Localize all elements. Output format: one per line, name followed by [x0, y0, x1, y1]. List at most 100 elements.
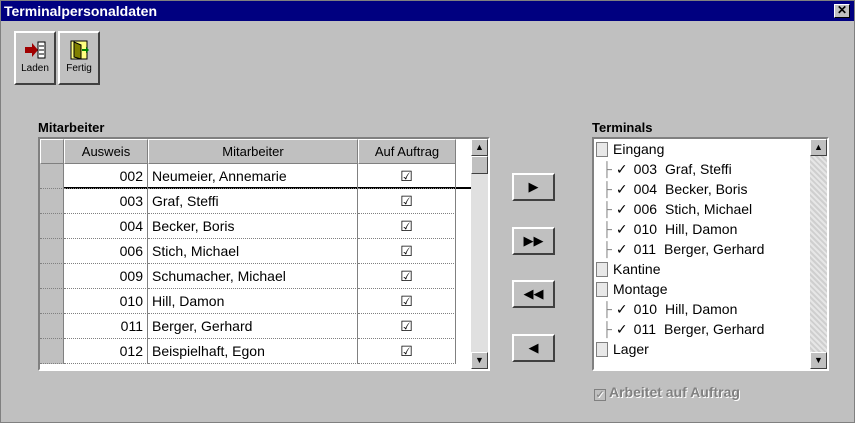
table-row[interactable]: 003 Graf, Steffi ☑ — [40, 189, 471, 214]
staff-name-cell: Hill, Damon — [148, 289, 358, 314]
row-selector[interactable] — [40, 339, 64, 364]
staff-name-cell: Graf, Steffi — [148, 189, 358, 214]
person-id: 010 — [633, 301, 658, 317]
checkmark-icon: ✓ — [615, 161, 628, 177]
terminal-label: Kantine — [613, 261, 661, 277]
terminal-label: Lager — [613, 341, 649, 357]
on-order-checkbox[interactable]: ☑ — [400, 318, 413, 334]
tree-branch-line: ├ — [602, 241, 612, 257]
terminal-person-node[interactable]: ├ ✓ 004 Becker, Boris — [602, 179, 748, 199]
terminal-node[interactable]: Montage — [596, 279, 667, 299]
on-order-checkbox[interactable]: ☑ — [400, 218, 413, 234]
remove-selected-button[interactable]: ◀ — [512, 334, 555, 362]
row-selector[interactable] — [40, 164, 64, 189]
table-row[interactable]: 011 Berger, Gerhard ☑ — [40, 314, 471, 339]
works-on-order-checkbox[interactable]: ✓ Arbeitet auf Auftrag — [594, 384, 740, 401]
title-bar: Terminalpersonaldaten ✕ — [1, 1, 854, 21]
column-header-on-order[interactable]: Auf Auftrag — [358, 139, 456, 164]
on-order-checkbox[interactable]: ☑ — [400, 168, 413, 184]
on-order-checkbox[interactable]: ☑ — [400, 293, 413, 309]
terminal-node[interactable]: Kantine — [596, 259, 660, 279]
terminal-person-node[interactable]: ├ ✓ 003 Graf, Steffi — [602, 159, 732, 179]
column-header-badge[interactable]: Ausweis — [64, 139, 148, 164]
on-order-checkbox[interactable]: ☑ — [400, 243, 413, 259]
staff-name-cell: Beispielhaft, Egon — [148, 339, 358, 364]
checkmark-icon: ✓ — [615, 321, 628, 337]
row-selector[interactable] — [40, 314, 64, 339]
works-on-order-label: Arbeitet auf Auftrag — [609, 384, 740, 400]
table-row[interactable]: 006 Stich, Michael ☑ — [40, 239, 471, 264]
person-name: Berger, Gerhard — [663, 321, 765, 337]
table-row[interactable]: 012 Beispielhaft, Egon ☑ — [40, 339, 471, 364]
on-order-checkbox[interactable]: ☑ — [400, 268, 413, 284]
terminal-person-node[interactable]: ├ ✓ 010 Hill, Damon — [602, 219, 737, 239]
tree-scroll-up-button[interactable]: ▲ — [810, 139, 827, 156]
scroll-up-button[interactable]: ▲ — [471, 139, 488, 156]
row-selector[interactable] — [40, 214, 64, 239]
add-all-button[interactable]: ▶▶ — [512, 227, 555, 255]
badge-cell: 004 — [64, 214, 148, 239]
on-order-cell[interactable]: ☑ — [358, 339, 456, 364]
terminal-label: Eingang — [613, 141, 665, 157]
person-name: Berger, Gerhard — [663, 241, 765, 257]
tree-branch-line: ├ — [602, 201, 612, 217]
person-id: 011 — [633, 241, 656, 257]
on-order-cell[interactable]: ☑ — [358, 214, 456, 239]
terminal-person-node[interactable]: ├ ✓ 011 Berger, Gerhard — [602, 319, 764, 339]
badge-cell: 003 — [64, 189, 148, 214]
row-selector[interactable] — [40, 264, 64, 289]
on-order-checkbox[interactable]: ☑ — [400, 343, 413, 359]
on-order-checkbox[interactable]: ☑ — [400, 193, 413, 209]
staff-name-cell: Schumacher, Michael — [148, 264, 358, 289]
terminal-person-node[interactable]: ├ ✓ 011 Berger, Gerhard — [602, 239, 764, 259]
table-row[interactable]: 009 Schumacher, Michael ☑ — [40, 264, 471, 289]
load-button[interactable]: Laden — [14, 31, 56, 85]
terminal-person-node[interactable]: ├ ✓ 006 Stich, Michael — [602, 199, 752, 219]
tree-scroll-down-button[interactable]: ▼ — [810, 352, 827, 369]
on-order-cell[interactable]: ☑ — [358, 264, 456, 289]
terminal-person-node[interactable]: ├ ✓ 010 Hill, Damon — [602, 299, 737, 319]
terminals-tree[interactable]: Eingang ├ ✓ 003 Graf, Steffi ├ ✓ 004 Becker, Bor… — [592, 137, 829, 371]
row-selector[interactable] — [40, 289, 64, 314]
table-row[interactable]: 010 Hill, Damon ☑ — [40, 289, 471, 314]
row-selector[interactable] — [40, 189, 64, 214]
load-label: Laden — [21, 63, 49, 74]
on-order-cell[interactable]: ☑ — [358, 314, 456, 339]
terminal-icon — [596, 262, 608, 277]
row-selector[interactable] — [40, 239, 64, 264]
person-id: 003 — [633, 161, 658, 177]
tree-branch-line: ├ — [602, 301, 612, 317]
column-header-staff[interactable]: Mitarbeiter — [148, 139, 358, 164]
on-order-cell[interactable]: ☑ — [358, 289, 456, 314]
done-button[interactable]: Fertig — [58, 31, 100, 85]
add-selected-button[interactable]: ▶ — [512, 173, 555, 201]
window-title: Terminalpersonaldaten — [4, 3, 158, 19]
scroll-down-button[interactable]: ▼ — [471, 352, 488, 369]
terminal-node[interactable]: Eingang — [596, 139, 664, 159]
exit-door-icon — [70, 40, 89, 60]
person-id: 004 — [633, 181, 658, 197]
terminals-section-label: Terminals — [592, 120, 653, 135]
scroll-thumb[interactable] — [471, 156, 488, 174]
table-row[interactable]: 004 Becker, Boris ☑ — [40, 214, 471, 239]
table-row[interactable]: 002 Neumeier, Annemarie ☑ — [40, 164, 471, 189]
tree-branch-line: ├ — [602, 161, 612, 177]
checkmark-icon: ✓ — [615, 241, 628, 257]
person-name: Hill, Damon — [665, 301, 738, 317]
terminal-icon — [596, 282, 608, 297]
person-id: 010 — [633, 221, 658, 237]
on-order-cell[interactable]: ☑ — [358, 189, 456, 214]
remove-all-button[interactable]: ◀◀ — [512, 280, 555, 308]
terminals-tree-scrollbar[interactable]: ▲ ▼ — [810, 139, 827, 369]
tree-branch-line: ├ — [602, 221, 612, 237]
staff-grid-scrollbar[interactable]: ▲ ▼ — [471, 139, 488, 369]
terminal-node[interactable]: Lager — [596, 339, 649, 359]
done-label: Fertig — [66, 63, 92, 74]
tree-branch-line: ├ — [602, 321, 612, 337]
close-button[interactable]: ✕ — [834, 4, 850, 18]
load-icon — [25, 41, 46, 59]
on-order-cell[interactable]: ☑ — [358, 239, 456, 264]
staff-grid[interactable]: Ausweis Mitarbeiter Auf Auftrag 002 Neume… — [38, 137, 490, 371]
on-order-cell[interactable]: ☑ — [358, 164, 456, 189]
badge-cell: 009 — [64, 264, 148, 289]
